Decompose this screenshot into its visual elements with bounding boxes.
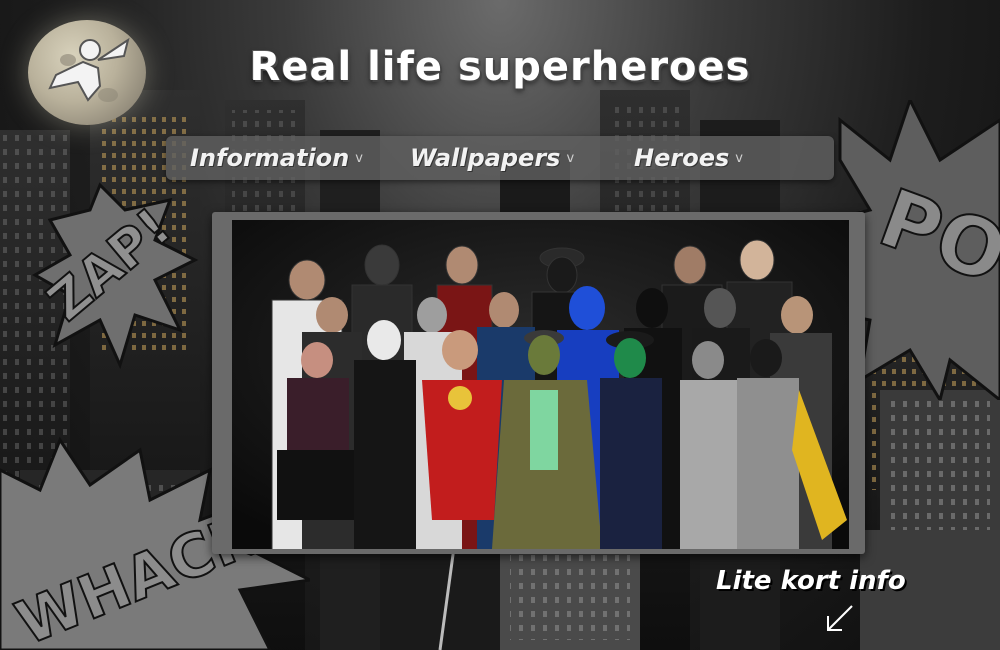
arrow-down-left-icon xyxy=(827,605,853,631)
nav-item-label: Heroes xyxy=(634,144,730,172)
nav-item-wallpapers[interactable]: Wallpapers v xyxy=(410,142,574,174)
chevron-down-icon: v xyxy=(735,150,743,166)
chevron-down-icon: v xyxy=(355,150,363,166)
nav-item-information[interactable]: Information v xyxy=(190,142,363,174)
nav-item-label: Wallpapers xyxy=(410,144,561,172)
nav-item-heroes[interactable]: Heroes v xyxy=(634,142,743,174)
short-info-note: Lite kort info xyxy=(716,566,906,596)
group-photo-image xyxy=(232,220,849,549)
content-panel xyxy=(212,212,865,554)
main-nav: Information v Wallpapers v Heroes v xyxy=(166,136,834,180)
nav-item-label: Information xyxy=(190,144,350,172)
chevron-down-icon: v xyxy=(566,150,575,166)
site-title: Real life superheroes xyxy=(249,44,751,90)
superheroes-group-photo xyxy=(232,220,849,549)
